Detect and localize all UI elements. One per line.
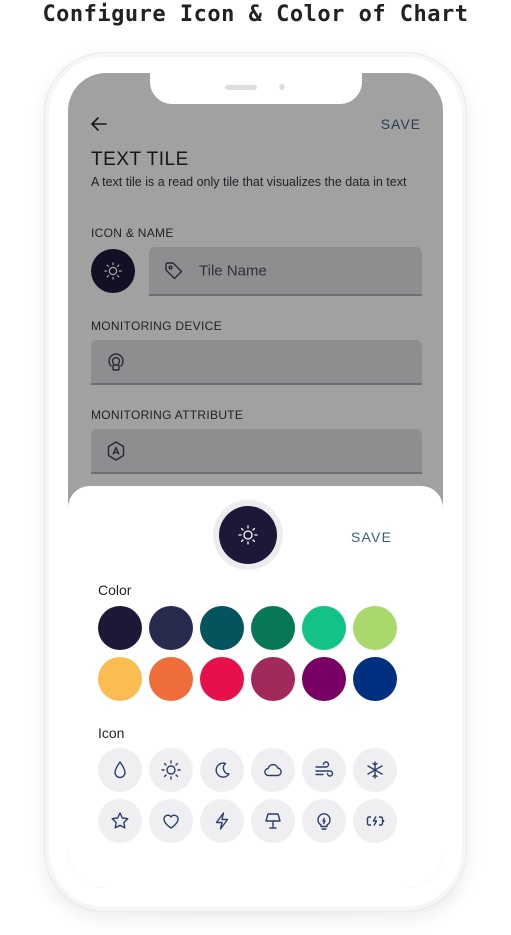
color-swatch[interactable]	[251, 657, 295, 701]
star-icon	[111, 812, 129, 829]
wind-icon	[315, 761, 334, 777]
drop-icon	[114, 761, 126, 779]
snowflake-icon	[367, 761, 383, 779]
color-swatch[interactable]	[149, 657, 193, 701]
cloud-icon	[264, 763, 282, 777]
phone-notch	[150, 73, 362, 104]
color-swatch[interactable]	[353, 606, 397, 650]
icon-option[interactable]	[149, 748, 193, 792]
page-heading: Configure Icon & Color of Chart	[42, 2, 469, 27]
icon-option[interactable]	[302, 799, 346, 843]
icon-option[interactable]	[200, 799, 244, 843]
moon-icon	[215, 762, 230, 778]
lamp-icon	[265, 813, 281, 829]
icon-option[interactable]	[353, 748, 397, 792]
heart-icon	[163, 814, 179, 829]
color-swatch[interactable]	[200, 606, 244, 650]
bulb-icon	[317, 813, 331, 830]
lightning-icon	[215, 812, 229, 830]
icon-option[interactable]	[302, 748, 346, 792]
speaker-grille	[225, 85, 257, 90]
icon-option[interactable]	[251, 799, 295, 843]
color-swatch[interactable]	[353, 657, 397, 701]
icon-label: Icon	[98, 725, 125, 741]
front-camera	[279, 84, 285, 90]
selected-preview-circle	[219, 506, 277, 564]
icon-option[interactable]	[200, 748, 244, 792]
sheet-save-button[interactable]: SAVE	[351, 529, 392, 545]
icon-option[interactable]	[353, 799, 397, 843]
icon-color-sheet: SAVE Color Icon	[68, 486, 443, 888]
icon-option[interactable]	[98, 748, 142, 792]
phone-screen: SAVE TEXT TILE A text tile is a read onl…	[68, 73, 443, 888]
color-swatch[interactable]	[149, 606, 193, 650]
color-swatch[interactable]	[302, 606, 346, 650]
icon-option[interactable]	[149, 799, 193, 843]
sun-icon	[161, 760, 181, 780]
sun-icon	[238, 525, 258, 545]
color-swatch[interactable]	[302, 657, 346, 701]
selected-preview	[213, 500, 283, 570]
color-swatch[interactable]	[251, 606, 295, 650]
color-swatch[interactable]	[98, 657, 142, 701]
icon-option[interactable]	[251, 748, 295, 792]
icon-option[interactable]	[98, 799, 142, 843]
color-swatch[interactable]	[98, 606, 142, 650]
color-label: Color	[98, 582, 132, 598]
color-swatch[interactable]	[200, 657, 244, 701]
power-icon	[366, 816, 385, 826]
